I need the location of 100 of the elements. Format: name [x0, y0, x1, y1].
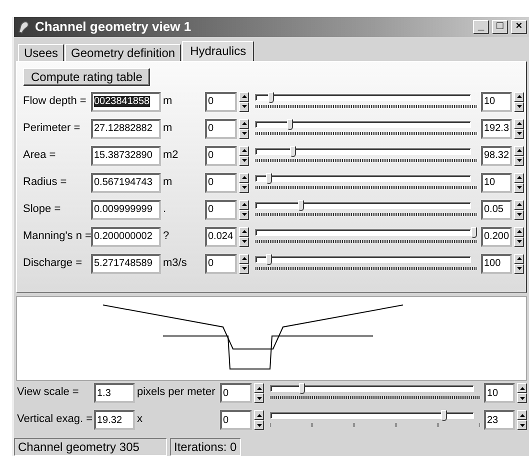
spin-up-button[interactable] — [239, 92, 249, 102]
up-arrow-icon — [242, 122, 246, 126]
down-arrow-icon — [516, 132, 522, 136]
down-arrow-icon — [520, 424, 524, 426]
max-field[interactable]: 10 — [481, 92, 512, 112]
spin-down-button[interactable] — [239, 236, 249, 247]
max-field[interactable]: 192.3 — [481, 118, 512, 139]
up-arrow-icon — [520, 414, 524, 416]
value-field[interactable]: 15.38732890 — [91, 146, 161, 166]
slider-thumb[interactable] — [287, 118, 294, 130]
spin-up-button[interactable] — [514, 146, 524, 156]
spin-up-button[interactable] — [514, 254, 524, 264]
max-field[interactable]: 10 — [481, 172, 512, 193]
spin-down-button[interactable] — [239, 210, 249, 220]
spin-down-button[interactable] — [239, 182, 249, 193]
minimize-button[interactable]: _ — [473, 20, 489, 34]
min-field[interactable]: 0 — [220, 383, 252, 403]
spin-up-button[interactable] — [514, 118, 524, 129]
up-arrow-icon — [516, 176, 522, 180]
spin-down-button[interactable] — [514, 182, 524, 193]
unit-label: m2 — [162, 148, 180, 161]
spin-down-button[interactable] — [514, 102, 524, 112]
min-field[interactable]: 0 — [220, 410, 252, 430]
unit-label: m — [162, 94, 174, 107]
parameter-label: Perimeter = — [23, 120, 82, 134]
min-field[interactable]: 0 — [205, 118, 237, 139]
down-arrow-icon — [242, 186, 246, 190]
tab[interactable]: Geometry definition — [65, 44, 182, 61]
spin-down-button[interactable] — [239, 102, 249, 112]
slider-track[interactable] — [270, 385, 474, 392]
spin-down-button[interactable] — [239, 156, 249, 166]
down-arrow-icon — [256, 396, 262, 400]
value-field[interactable]: 0.009999999 — [91, 200, 161, 220]
value-field[interactable]: 19.32 — [94, 410, 135, 430]
spin-down-button[interactable] — [239, 264, 249, 274]
value-field[interactable]: 0.200000002 — [91, 226, 161, 247]
slider-track[interactable] — [255, 174, 471, 182]
spin-up-button[interactable] — [517, 383, 527, 393]
spin-up-button[interactable] — [514, 92, 524, 102]
slider-track[interactable] — [255, 148, 471, 155]
spin-down-button[interactable] — [514, 128, 524, 139]
min-field[interactable]: 0 — [205, 200, 237, 220]
maximize-button[interactable]: □ — [492, 20, 508, 34]
spin-up-button[interactable] — [517, 410, 527, 420]
slider-thumb[interactable] — [471, 226, 477, 238]
spin-down-button[interactable] — [239, 128, 249, 139]
down-arrow-icon — [516, 105, 522, 108]
spin-up-button[interactable] — [254, 410, 264, 420]
control-label: Vertical exag. = — [17, 412, 94, 425]
spin-up-button[interactable] — [239, 146, 249, 156]
spin-up-button[interactable] — [239, 226, 249, 237]
max-field[interactable]: 0.200 — [481, 226, 512, 247]
slider-track[interactable] — [255, 202, 471, 209]
value-field[interactable]: 27.12882882 — [91, 118, 161, 139]
min-field[interactable]: 0 — [205, 254, 237, 274]
spin-down-button[interactable] — [254, 393, 264, 403]
value-field[interactable]: 0023841858 — [91, 92, 161, 112]
down-arrow-icon — [242, 267, 246, 270]
slider-thumb[interactable] — [441, 410, 448, 421]
tab[interactable]: Hydraulics — [182, 40, 254, 61]
max-field[interactable]: 98.32 — [481, 146, 512, 166]
close-button[interactable]: × — [511, 20, 527, 34]
spin-down-button[interactable] — [514, 236, 524, 247]
slider-thumb[interactable] — [298, 200, 304, 211]
value-field[interactable]: 0.567194743 — [91, 172, 161, 193]
value-field[interactable]: 5.271748589 — [91, 254, 161, 274]
spin-up-button[interactable] — [254, 383, 264, 393]
slider-track[interactable] — [255, 256, 471, 263]
max-field[interactable]: 100 — [481, 254, 512, 274]
value-field[interactable]: 1.3 — [94, 383, 135, 403]
max-field[interactable]: 10 — [484, 383, 515, 403]
spin-up-button[interactable] — [239, 118, 249, 129]
slider-track[interactable] — [270, 412, 474, 419]
tab[interactable]: Usees — [18, 44, 64, 61]
max-field[interactable]: 0.05 — [481, 200, 512, 220]
spin-up-button[interactable] — [514, 200, 524, 210]
spin-up-button[interactable] — [239, 200, 249, 210]
spin-down-button[interactable] — [517, 393, 527, 403]
unit-label: x — [136, 412, 144, 425]
slider-track[interactable] — [255, 94, 471, 101]
spin-up-button[interactable] — [514, 226, 524, 237]
spin-down-button[interactable] — [514, 210, 524, 220]
parameter-label: Area = — [23, 148, 57, 161]
min-field[interactable]: 0.024 — [205, 226, 237, 247]
unit-label: m3/s — [162, 256, 188, 269]
min-field[interactable]: 0 — [205, 146, 237, 166]
spin-down-button[interactable] — [514, 156, 524, 166]
min-field[interactable]: 0 — [205, 172, 237, 193]
slider-track[interactable] — [255, 120, 471, 128]
min-field[interactable]: 0 — [205, 92, 237, 112]
spin-down-button[interactable] — [254, 420, 264, 430]
spin-down-button[interactable] — [514, 264, 524, 274]
spin-up-button[interactable] — [239, 254, 249, 264]
spin-up-button[interactable] — [514, 172, 524, 183]
compute-button[interactable]: Compute rating table — [23, 68, 150, 86]
spin-down-button[interactable] — [517, 420, 527, 430]
max-field[interactable]: 23 — [484, 410, 515, 430]
spin-up-button[interactable] — [239, 172, 249, 183]
down-arrow-icon — [516, 186, 522, 190]
parameter-label: Manning's n = — [23, 228, 91, 242]
